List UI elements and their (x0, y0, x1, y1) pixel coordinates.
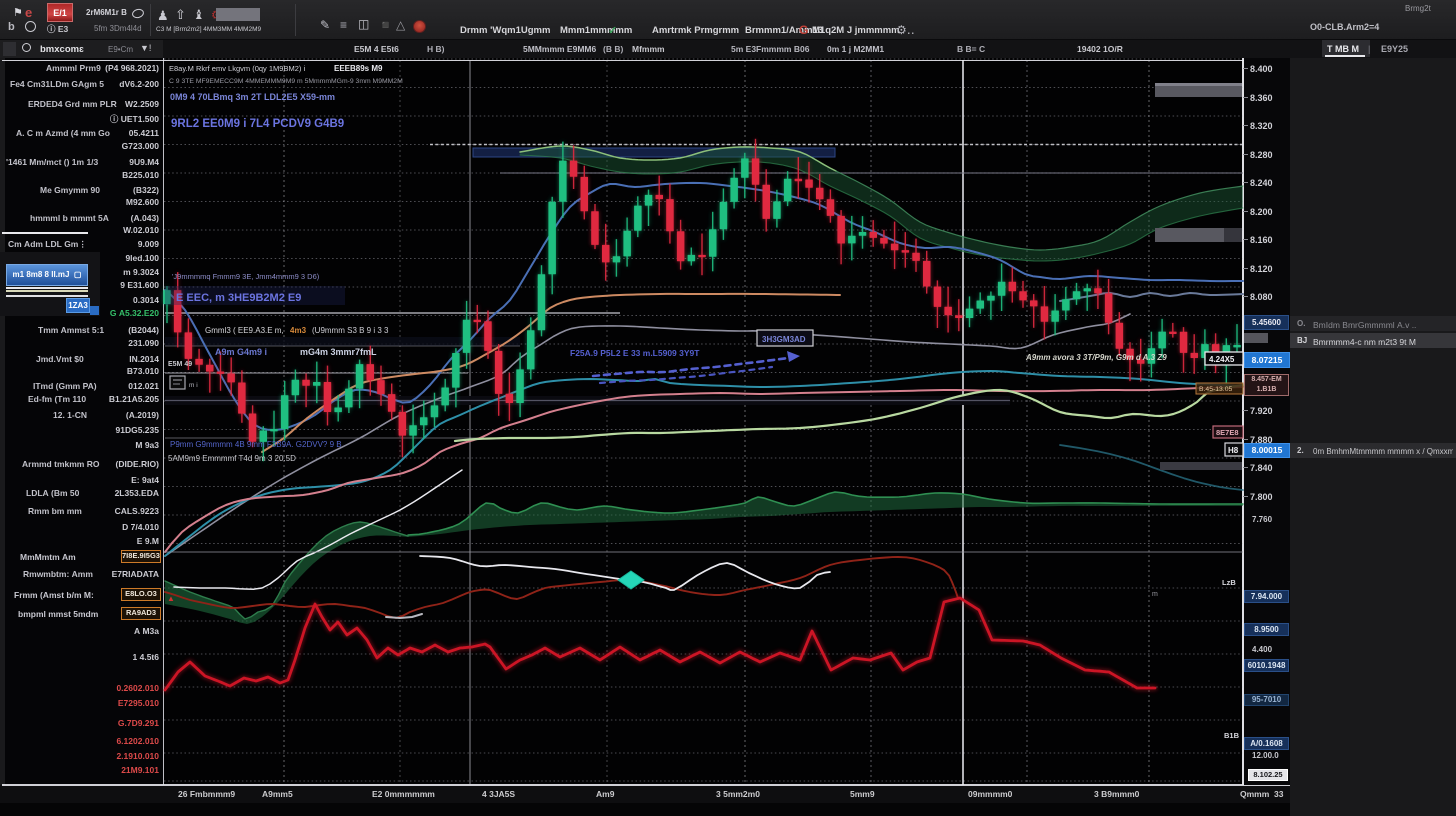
svg-text:B.45-13.05: B.45-13.05 (1199, 386, 1232, 393)
svg-text:(U9mmm S3 B 9 i 3 3: (U9mmm S3 B 9 i 3 3 (312, 326, 389, 335)
svg-text:4.24X5: 4.24X5 (1209, 355, 1235, 364)
svg-text:4m3: 4m3 (290, 326, 307, 335)
svg-text:'J9mmmmq Fmmm9 3E, Jmm4mmm9 3: 'J9mmmmq Fmmm9 3E, Jmm4mmm9 3 D6) (172, 272, 320, 281)
svg-text:3H3GM3AD: 3H3GM3AD (762, 335, 806, 344)
svg-text:m: m (1152, 591, 1158, 598)
svg-text:LzB: LzB (1222, 578, 1236, 587)
svg-text:EEEB89s M9: EEEB89s M9 (334, 64, 383, 73)
svg-text:9RL2 EE0M9 i 7L4 PCDV9 G4B9: 9RL2 EE0M9 i 7L4 PCDV9 G4B9 (171, 118, 344, 130)
svg-text:A9mm avora 3 3T/P9m, G9m d A.3: A9mm avora 3 3T/P9m, G9m d A.3 Z9 (1025, 353, 1167, 362)
svg-text:5AM9m9 Emmmmf T4d 9m 3 20.5D: 5AM9m9 Emmmmf T4d 9m 3 20.5D (168, 454, 296, 463)
svg-text:C 9 3TE MF9EMECC9M 4MMEMMM9M9: C 9 3TE MF9EMECC9M 4MMEMMM9M9 m 5MmmmMGm… (169, 78, 403, 85)
svg-text:mG4m 3mmr7fmL: mG4m 3mmr7fmL (300, 347, 377, 357)
svg-text:E EEC, m 3HE9B2M2 E9: E EEC, m 3HE9B2M2 E9 (176, 292, 301, 304)
svg-text:E8ay.M Rkrf emv Lkgvm (0qy 1M9: E8ay.M Rkrf emv Lkgvm (0qy 1M9BM2) i (169, 64, 305, 73)
svg-text:F25A.9 P5L2 E 33 m.L5909 3Y9T: F25A.9 P5L2 E 33 m.L5909 3Y9T (570, 348, 700, 358)
svg-text:E5M 49: E5M 49 (168, 361, 192, 368)
svg-text:H8: H8 (1228, 446, 1239, 455)
svg-text:m i: m i (189, 382, 198, 389)
svg-text:B1B: B1B (1224, 731, 1240, 740)
svg-text:▲: ▲ (167, 594, 175, 603)
svg-text:A9m G4m9 i: A9m G4m9 i (215, 347, 267, 357)
svg-text:0M9 4 70LBmq 3m 2T LDL2E5 X59-: 0M9 4 70LBmq 3m 2T LDL2E5 X59-mm (170, 92, 335, 102)
svg-text:Gmml3 ( EE9.A3.E m,: Gmml3 ( EE9.A3.E m, (205, 326, 284, 335)
svg-text:8E7E8: 8E7E8 (1216, 428, 1239, 437)
svg-text:P9mm G9mmmm 4B 9mm F3B9A. G2DV: P9mm G9mmmm 4B 9mm F3B9A. G2DVV? 9 B (170, 440, 342, 449)
